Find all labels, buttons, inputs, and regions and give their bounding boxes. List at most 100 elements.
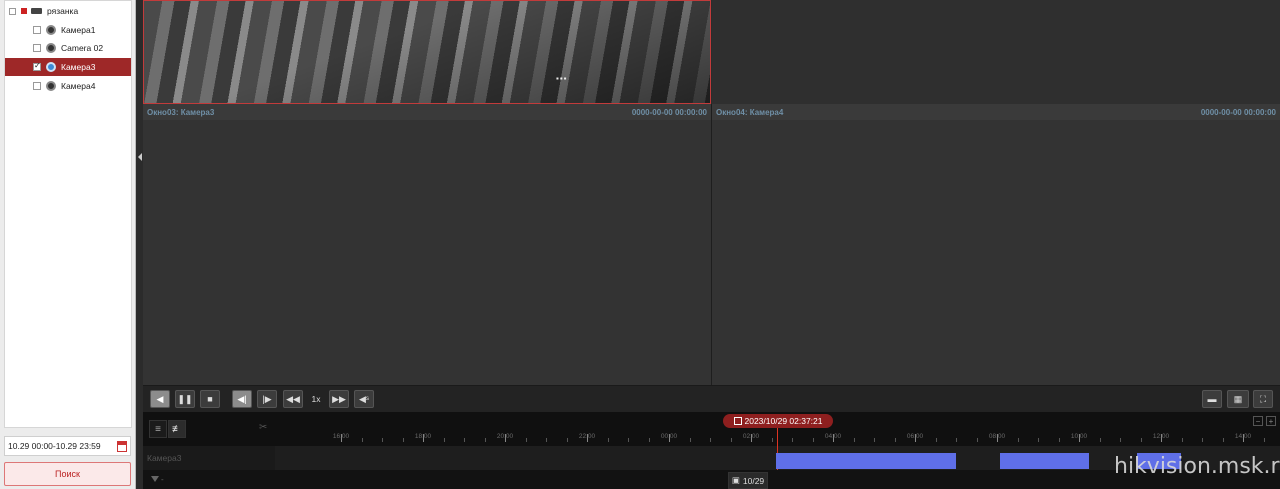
timeline-minor-tick xyxy=(566,438,568,442)
stream-indicator-icon: ▪▪▪ xyxy=(556,74,568,83)
timeline-adjust-icon[interactable]: ≢ xyxy=(168,420,186,438)
timeline[interactable]: 16:00 18:00 20:00 22:00 00:00 02:00 04:00 06:00… xyxy=(143,412,1280,489)
zoom-out-icon[interactable]: − xyxy=(1253,416,1263,426)
timeline-minor-tick xyxy=(894,438,896,442)
video-grid: ▪▪▪ Окно03: Камера3 0000-00-00 00:00:00 … xyxy=(143,0,1280,385)
clip-scissors-icon[interactable]: ✂ xyxy=(259,422,267,433)
timeline-minor-tick xyxy=(1120,438,1121,442)
timeline-tick-label: 04:00 xyxy=(824,433,842,440)
timeline-view-icon[interactable]: ≡ xyxy=(149,420,167,438)
camera2-checkbox[interactable] xyxy=(33,44,41,52)
timeline-minor-tick xyxy=(1202,438,1203,442)
recording-segment[interactable] xyxy=(1000,453,1090,469)
audio-icon[interactable]: ◀ˢ xyxy=(354,390,374,408)
tree-item-camera4[interactable]: Камера4 xyxy=(5,77,131,95)
tree-item-camera3[interactable]: Камера3 xyxy=(5,58,131,76)
day-chip[interactable]: ▣ 10/29 xyxy=(728,472,768,489)
timeline-minor-tick xyxy=(771,438,773,442)
timeline-minor-tick xyxy=(1058,438,1060,442)
pane4-title: Окно04: Камера4 xyxy=(716,107,784,117)
timeline-minor-tick xyxy=(1017,438,1019,442)
timeline-tick-label: 16:00 xyxy=(332,433,350,440)
timeline-minor-tick xyxy=(853,438,855,442)
timeline-minor-tick xyxy=(402,438,404,442)
speed-label: 1x xyxy=(311,394,321,404)
pane-divider xyxy=(711,104,712,385)
timeline-track[interactable] xyxy=(143,446,1280,470)
recording-segment[interactable] xyxy=(776,453,956,469)
timeline-minor-tick xyxy=(628,438,629,442)
tree-item-nvr[interactable]: рязанка xyxy=(5,2,131,20)
fullscreen-icon[interactable]: ⛶ xyxy=(1253,390,1273,408)
tree-item-label: рязанка xyxy=(47,6,79,16)
timeline-minor-tick xyxy=(1140,438,1142,442)
timeline-tick-label: 00:00 xyxy=(660,433,678,440)
timeline-tick-label: 02:00 xyxy=(742,433,760,440)
timeline-tick-label: 10:00 xyxy=(1070,433,1088,440)
frame-forward-button[interactable]: |▶ xyxy=(257,390,277,408)
camera4-checkbox[interactable] xyxy=(33,82,41,90)
timeline-tick-label: 22:00 xyxy=(578,433,596,440)
camera-icon xyxy=(46,62,56,72)
timeline-minor-tick xyxy=(792,438,793,442)
timeline-tick-label: 18:00 xyxy=(414,433,432,440)
pane3-time: 0000-00-00 00:00:00 xyxy=(631,107,707,117)
video-pane-4[interactable] xyxy=(712,120,1280,385)
tree-item-label: Камера1 xyxy=(61,25,96,35)
tree-item-camera1[interactable]: Камера1 xyxy=(5,21,131,39)
tree-item-label: Camera 02 xyxy=(61,43,104,53)
pane3-title-bar: Окно03: Камера3 0000-00-00 00:00:00 xyxy=(143,104,711,120)
pause-button[interactable]: ❚❚ xyxy=(175,390,195,408)
timeline-tools: ≡ ≢ xyxy=(149,420,189,438)
timeline-minor-tick xyxy=(607,438,609,442)
collapse-panel-icon[interactable] xyxy=(138,153,142,161)
timeline-minor-tick xyxy=(1038,438,1039,442)
timeline-tick-label: 20:00 xyxy=(496,433,514,440)
layout-grid-icon[interactable]: ▦ xyxy=(1227,390,1249,408)
tree-item-label: Камера3 xyxy=(61,62,96,72)
timeline-minor-tick xyxy=(382,438,383,442)
app-window: рязанка Камера1 Camera 02 Камера3 Камера xyxy=(0,0,1280,489)
timeline-minor-tick xyxy=(874,438,875,442)
timeline-tick-label: 06:00 xyxy=(906,433,924,440)
search-button[interactable]: Поиск xyxy=(4,462,131,486)
filter-text: - xyxy=(161,475,164,484)
timeline-minor-tick xyxy=(935,438,937,442)
timeline-minor-tick xyxy=(1099,438,1101,442)
camera-settings-icon[interactable]: ▬ xyxy=(1202,390,1222,408)
pane4-time: 0000-00-00 00:00:00 xyxy=(1200,107,1276,117)
timeline-minor-tick xyxy=(546,438,547,442)
timeline-minor-tick xyxy=(464,438,465,442)
camera1-checkbox[interactable] xyxy=(33,26,41,34)
timeline-minor-tick xyxy=(484,438,486,442)
camera3-checkbox[interactable] xyxy=(33,61,41,71)
video-pane-3[interactable] xyxy=(143,120,711,385)
timeline-minor-tick xyxy=(1222,438,1224,442)
timeline-tick-label: 12:00 xyxy=(1152,433,1170,440)
timeline-minor-tick xyxy=(361,438,363,442)
slow-down-button[interactable]: ◀◀ xyxy=(283,390,303,408)
collapse-toggle-icon[interactable] xyxy=(9,7,16,15)
timeline-minor-tick xyxy=(648,438,650,442)
calendar-icon[interactable] xyxy=(117,441,127,452)
zoom-in-icon[interactable]: + xyxy=(1266,416,1276,426)
status-icon xyxy=(21,8,27,14)
stop-button[interactable]: ■ xyxy=(200,390,220,408)
video-pane-1[interactable]: ▪▪▪ xyxy=(143,0,711,104)
date-range-field[interactable]: 10.29 00:00-10.29 23:59 xyxy=(4,436,131,456)
timeline-ruler: 16:00 18:00 20:00 22:00 00:00 02:00 04:00 06:00… xyxy=(143,412,1280,446)
tree-item-camera2[interactable]: Camera 02 xyxy=(5,39,131,57)
pane3-title: Окно03: Камера3 xyxy=(147,107,215,117)
filter-icon[interactable] xyxy=(151,476,159,482)
timeline-minor-tick xyxy=(956,438,957,442)
timeline-minor-tick xyxy=(730,438,732,442)
frame-back-button[interactable]: ◀| xyxy=(232,390,252,408)
reverse-play-button[interactable]: ◀ xyxy=(150,390,170,408)
camera-icon xyxy=(46,25,56,35)
timeline-minor-tick xyxy=(443,438,445,442)
timeline-minor-tick xyxy=(1181,438,1183,442)
speed-up-button[interactable]: ▶▶ xyxy=(329,390,349,408)
timeline-minor-tick xyxy=(689,438,691,442)
calendar-icon xyxy=(733,417,742,425)
video-pane-2[interactable] xyxy=(712,0,1280,104)
